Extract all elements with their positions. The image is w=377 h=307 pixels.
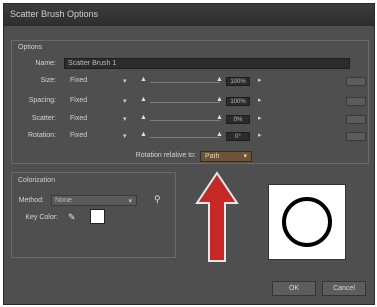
name-label: Name: <box>35 60 56 67</box>
method-value: None <box>55 197 72 204</box>
rotation-relative-dropdown[interactable]: Path ▾ <box>200 151 252 162</box>
red-up-arrow-icon <box>195 171 239 262</box>
ok-button[interactable]: OK <box>272 281 316 296</box>
spacing-mode-dropdown[interactable]: Fixed <box>70 97 87 104</box>
scatter-value-field[interactable]: 0% <box>226 115 250 124</box>
size-mode-dropdown[interactable]: Fixed <box>70 77 87 84</box>
size-value-field[interactable]: 100% <box>226 77 250 86</box>
rotation-value-field[interactable]: 0° <box>226 132 250 141</box>
key-color-swatch[interactable] <box>90 209 105 224</box>
spacing-slider-track[interactable] <box>150 102 220 103</box>
eyedropper-icon[interactable]: ✎ <box>68 212 76 223</box>
size-chevron-down-icon: ▾ <box>123 78 127 85</box>
spacing-extra-field[interactable] <box>346 97 366 106</box>
method-label: Method: <box>18 197 44 204</box>
name-input[interactable]: Scatter Brush 1 <box>64 58 350 69</box>
scatter-slider-track[interactable] <box>150 120 220 121</box>
scatter-max-slider-thumb[interactable]: ▲ <box>216 114 223 121</box>
rotation-relative-label: Rotation relative to: <box>135 152 196 159</box>
scatter-stepper-icon[interactable]: ▸ <box>258 114 262 122</box>
rotation-mode-dropdown[interactable]: Fixed <box>70 132 87 139</box>
title-bar[interactable]: Scatter Brush Options <box>4 4 374 26</box>
cancel-button[interactable]: Cancel <box>322 281 366 296</box>
options-group-label: Options <box>18 44 43 51</box>
rotation-min-slider-thumb[interactable]: ▲ <box>140 131 147 138</box>
method-chevron-down-icon: ▾ <box>128 198 132 205</box>
key-color-label: Key Color: <box>25 214 58 221</box>
scatter-brush-options-dialog: Scatter Brush Options Options Name: Scat… <box>3 3 375 305</box>
rotation-stepper-icon[interactable]: ▸ <box>258 131 262 139</box>
rotation-relative-value: Path <box>205 153 220 160</box>
circle-preview-icon <box>282 197 332 247</box>
method-dropdown[interactable]: None ▾ <box>51 195 137 206</box>
scatter-chevron-down-icon: ▾ <box>123 116 127 123</box>
rotation-max-slider-thumb[interactable]: ▲ <box>216 131 223 138</box>
size-max-slider-thumb[interactable]: ▲ <box>216 76 223 83</box>
rotation-slider-track[interactable] <box>150 137 220 138</box>
spacing-value-field[interactable]: 100% <box>226 97 250 106</box>
rotation-extra-field[interactable] <box>346 132 366 141</box>
rotation-relative-chevron-down-icon: ▾ <box>243 153 247 160</box>
brush-preview <box>268 184 346 260</box>
spacing-stepper-icon[interactable]: ▸ <box>258 96 262 104</box>
scatter-extra-field[interactable] <box>346 115 366 124</box>
spacing-min-slider-thumb[interactable]: ▲ <box>140 96 147 103</box>
colorization-group-label: Colorization <box>18 177 55 184</box>
rotation-label: Rotation: <box>27 132 56 139</box>
scatter-mode-dropdown[interactable]: Fixed <box>70 115 87 122</box>
size-label: Size: <box>40 77 56 84</box>
size-slider-track[interactable] <box>150 82 220 83</box>
dialog-title: Scatter Brush Options <box>10 9 99 19</box>
size-extra-field[interactable] <box>346 77 366 86</box>
spacing-max-slider-thumb[interactable]: ▲ <box>216 96 223 103</box>
lightbulb-icon[interactable]: ⚲ <box>154 194 161 205</box>
rotation-chevron-down-icon: ▾ <box>123 133 127 140</box>
size-min-slider-thumb[interactable]: ▲ <box>140 76 147 83</box>
spacing-chevron-down-icon: ▾ <box>123 98 127 105</box>
scatter-min-slider-thumb[interactable]: ▲ <box>140 114 147 121</box>
spacing-label: Spacing: <box>28 97 56 104</box>
scatter-label: Scatter: <box>31 115 56 122</box>
size-stepper-icon[interactable]: ▸ <box>258 76 262 84</box>
